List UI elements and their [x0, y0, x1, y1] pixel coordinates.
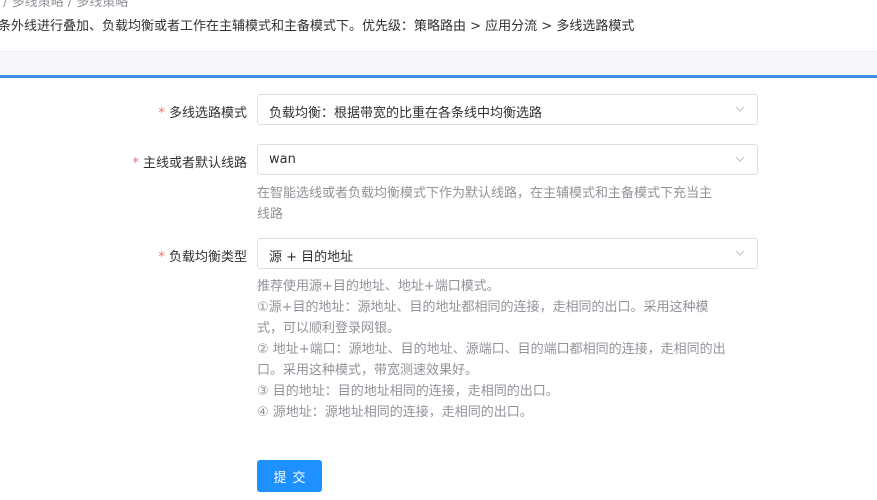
chevron-down-icon — [735, 106, 745, 112]
help-line: 口。采用这种模式，带宽测速效果好。 — [257, 363, 479, 378]
default-line-label-text: 主线或者默认线路 — [142, 156, 247, 171]
balance-type-select-value: 源 + 目的地址 — [269, 250, 354, 265]
help-line: 在智能选线或者负载均衡模式下作为默认线路，在主辅模式和主备模式下充当主 — [257, 186, 713, 201]
help-line: ④ 源地址：源地址相同的连接，走相同的出口。 — [257, 405, 533, 420]
help-line: 式，可以顺利登录网银。 — [257, 321, 401, 336]
balance-type-help: 推荐使用源+目的地址、地址+端口模式。 ①源+目的地址：源地址、目的地址都相同的… — [257, 276, 762, 423]
balance-type-label-text: 负载均衡类型 — [168, 250, 247, 265]
default-line-label: * 主线或者默认线路 — [132, 152, 247, 171]
required-mark: * — [158, 106, 165, 121]
balance-type-label: * 负载均衡类型 — [158, 246, 247, 265]
mode-select-value: 负载均衡：根据带宽的比重在各条线中均衡选路 — [269, 106, 543, 121]
accent-divider — [0, 75, 877, 78]
submit-button[interactable]: 提交 — [257, 460, 322, 492]
page-header: 览 / 多线策略 / 多线策略 条外线进行叠加、负载均衡或者工作在主辅模式和主备… — [0, 0, 877, 51]
toolbar-band — [0, 51, 877, 76]
default-line-select[interactable]: wan — [257, 144, 758, 175]
help-line: 推荐使用源+目的地址、地址+端口模式。 — [257, 279, 500, 294]
mode-select[interactable]: 负载均衡：根据带宽的比重在各条线中均衡选路 — [257, 94, 758, 125]
help-line: 线路 — [257, 207, 284, 222]
default-line-select-value: wan — [269, 152, 296, 167]
help-line: ③ 目的地址：目的地址相同的连接，走相同的出口。 — [257, 384, 559, 399]
help-line: ①源+目的地址：源地址、目的地址都相同的连接，走相同的出口。采用这种模 — [257, 300, 709, 315]
required-mark: * — [158, 250, 165, 265]
chevron-down-icon — [735, 250, 745, 256]
mode-label: * 多线选路模式 — [158, 102, 247, 121]
help-line: ② 地址+端口：源地址、目的地址、源端口、目的端口都相同的连接，走相同的出 — [257, 342, 726, 357]
chevron-down-icon — [735, 156, 745, 162]
balance-type-select[interactable]: 源 + 目的地址 — [257, 238, 758, 269]
required-mark: * — [132, 156, 139, 171]
page-description: 条外线进行叠加、负载均衡或者工作在主辅模式和主备模式下。优先级：策略路由 > 应… — [0, 19, 635, 34]
breadcrumb: 览 / 多线策略 / 多线策略 — [0, 0, 129, 10]
mode-label-text: 多线选路模式 — [168, 106, 247, 121]
default-line-help: 在智能选线或者负载均衡模式下作为默认线路，在主辅模式和主备模式下充当主 线路 — [257, 183, 762, 225]
